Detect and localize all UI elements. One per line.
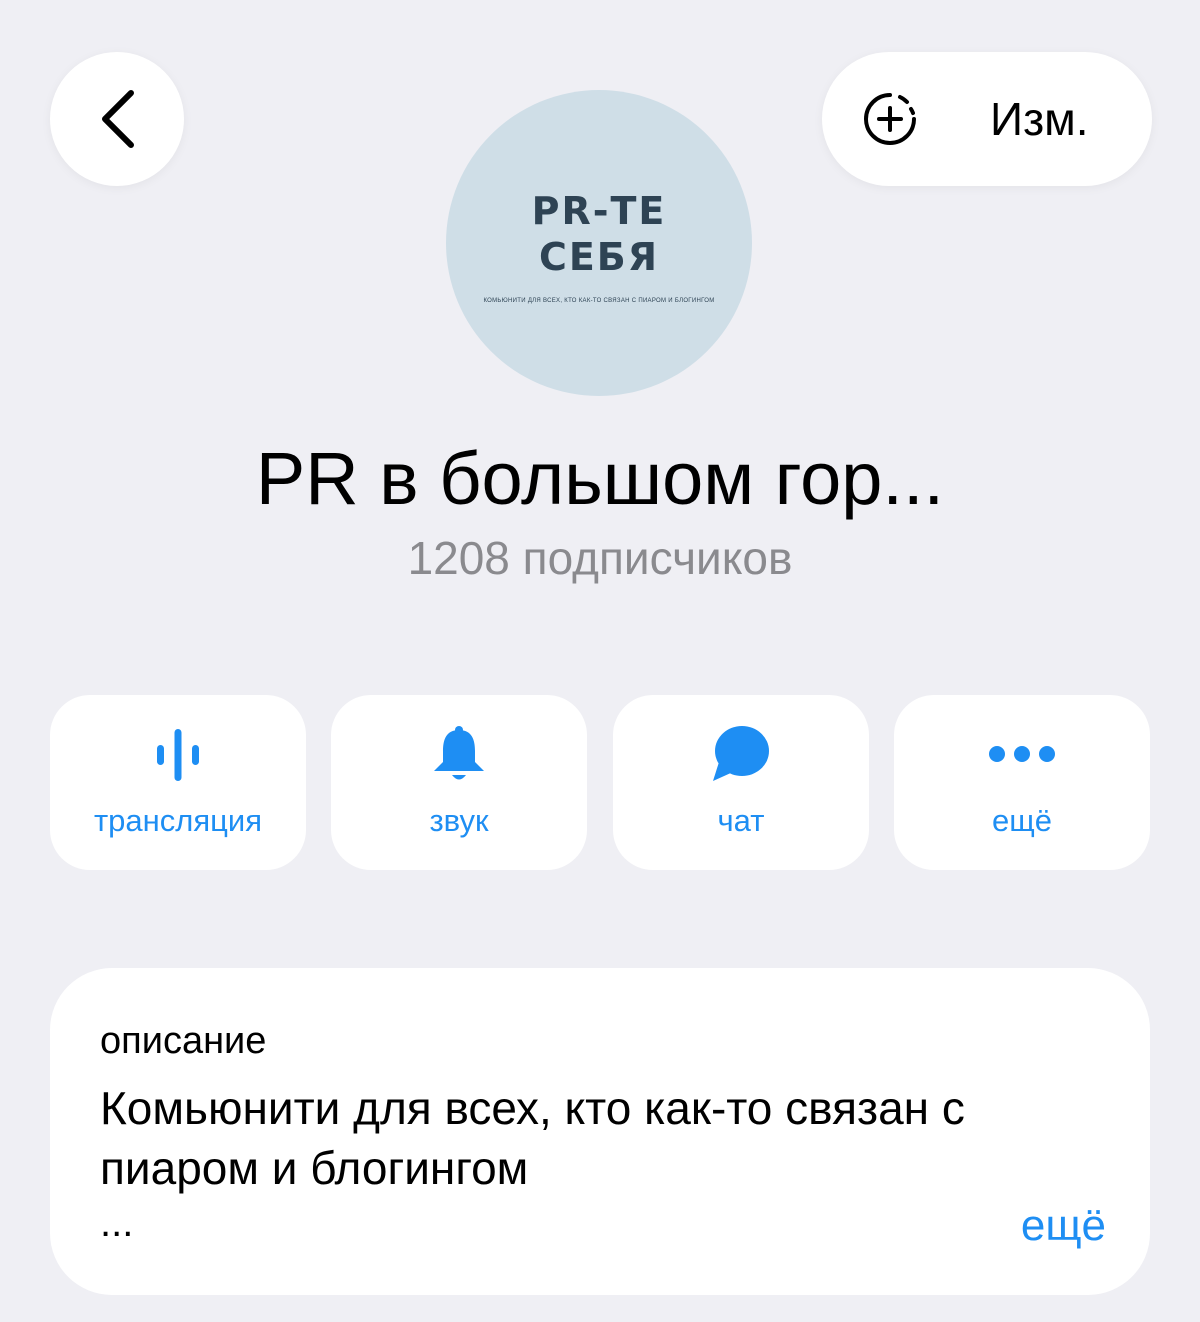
header-actions: Изм.: [822, 52, 1152, 186]
avatar-logo-text: PR-ТЕ СЕБЯ: [532, 188, 667, 280]
edit-button[interactable]: Изм.: [990, 52, 1089, 186]
chevron-left-icon: [102, 90, 134, 148]
more-label: ещё: [992, 803, 1052, 838]
more-button[interactable]: ещё: [894, 695, 1150, 870]
subscribers-count: 1208 подписчиков: [407, 532, 793, 584]
channel-title: PR в большом гор...: [255, 437, 945, 520]
description-text: Комьюнити для всех, кто как-то связан с …: [100, 1082, 965, 1194]
live-stream-icon: [157, 729, 199, 781]
avatar-title-line2: СЕБЯ: [538, 235, 660, 279]
chat-label: чат: [717, 803, 765, 838]
avatar-title-line1: PR-ТЕ: [531, 189, 667, 233]
avatar-subtitle: КОМЬЮНИТИ ДЛЯ ВСЕХ, КТО КАК-ТО СВЯЗАН С …: [483, 298, 715, 304]
description-heading: описание: [100, 1020, 267, 1062]
chat-bubble-icon: [713, 726, 769, 781]
description-more-link[interactable]: ещё: [1021, 1198, 1106, 1254]
description-ellipsis: ...: [100, 1201, 134, 1245]
more-dots-icon: [989, 746, 1055, 762]
bell-icon: [434, 726, 484, 780]
description-card: описание Комьюнити для всех, кто как-то …: [50, 968, 1150, 1295]
sound-label: звук: [429, 803, 489, 838]
sound-button[interactable]: звук: [331, 695, 587, 870]
channel-avatar[interactable]: PR-ТЕ СЕБЯ КОМЬЮНИТИ ДЛЯ ВСЕХ, КТО КАК-Т…: [446, 90, 752, 396]
back-button[interactable]: [50, 52, 184, 186]
live-stream-label: трансляция: [93, 803, 263, 838]
add-story-icon[interactable]: [860, 89, 920, 149]
live-stream-button[interactable]: трансляция: [50, 695, 306, 870]
chat-button[interactable]: чат: [613, 695, 869, 870]
